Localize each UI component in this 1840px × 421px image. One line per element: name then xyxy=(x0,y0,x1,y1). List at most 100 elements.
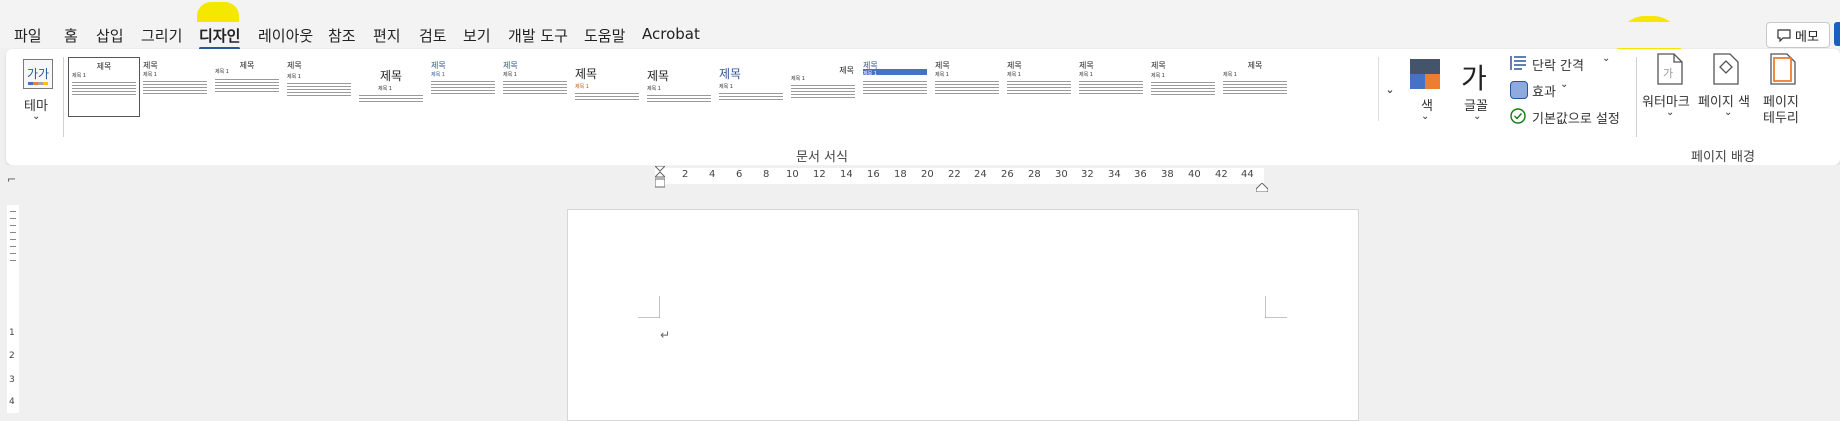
ruler-tick: 12 xyxy=(813,169,826,180)
style-thumbnail[interactable]: 제목 제목 1 xyxy=(932,57,1002,115)
margin-corner-top-right xyxy=(1265,296,1287,318)
watermark-button[interactable]: 가 워터마크 ⌄ xyxy=(1642,53,1698,137)
ruler-tick: 16 xyxy=(867,169,880,180)
separator xyxy=(63,57,64,137)
style-thumbnail[interactable]: 제목 제목 1 xyxy=(644,57,714,115)
style-thumbnail[interactable]: 제목 제목 1 xyxy=(788,57,858,115)
group-label-page-background: 페이지 배경 xyxy=(1691,150,1755,165)
tab-help[interactable]: 도움말 xyxy=(584,25,625,46)
ruler-tick: 36 xyxy=(1134,169,1147,180)
ruler-tick: 18 xyxy=(894,169,907,180)
style-thumbnail[interactable]: 제목 제목 1 xyxy=(1004,57,1074,115)
tab-file[interactable]: 파일 xyxy=(14,25,42,46)
separator xyxy=(1636,57,1637,137)
checkmark-circle-icon xyxy=(1510,108,1526,124)
tab-developer[interactable]: 개발 도구 xyxy=(508,25,568,46)
tab-mailings[interactable]: 편지 xyxy=(373,25,401,46)
chevron-down-icon: ⌄ xyxy=(1385,82,1395,96)
menu-bar: 파일 홈 삽입 그리기 디자인 레이아웃 참조 편지 검토 보기 개발 도구 도… xyxy=(0,22,1840,50)
effects-label: 효과 xyxy=(1532,85,1556,100)
ruler-tick: 20 xyxy=(921,169,934,180)
style-thumbnail[interactable]: 제목 제목 1 xyxy=(572,57,642,115)
vertical-ruler[interactable]: 1 2 3 4 xyxy=(7,205,19,413)
ruler-tick: 2 xyxy=(682,169,689,180)
tab-selector-icon[interactable]: ⌐ xyxy=(7,173,16,186)
chevron-down-icon: ⌄ xyxy=(1666,107,1675,118)
indent-marker-icon[interactable] xyxy=(653,165,667,188)
memo-label: 메모 xyxy=(1795,29,1819,45)
color-swatch-icon xyxy=(1410,59,1440,89)
tab-references[interactable]: 참조 xyxy=(328,25,356,46)
vruler-tick: 4 xyxy=(9,397,15,407)
chevron-down-icon: ⌄ xyxy=(1421,111,1430,122)
ruler-tick: 10 xyxy=(786,169,799,180)
effects-button[interactable]: 효과 ⌄ xyxy=(1508,79,1598,101)
tab-layout[interactable]: 레이아웃 xyxy=(258,25,313,46)
ruler-tick: 28 xyxy=(1028,169,1041,180)
tab-review[interactable]: 검토 xyxy=(419,25,447,46)
ruler-tick: 44 xyxy=(1241,169,1254,180)
vruler-tick: 1 xyxy=(9,328,15,338)
ruler-tick: 42 xyxy=(1215,169,1228,180)
page-color-button[interactable]: 페이지 색 ⌄ xyxy=(1698,53,1760,137)
ruler-tick: 32 xyxy=(1081,169,1094,180)
style-thumbnail[interactable]: 제목 제목 1 xyxy=(284,57,354,115)
ruler-tick: 26 xyxy=(1001,169,1014,180)
ruler-tick: 34 xyxy=(1108,169,1121,180)
vruler-tick: 2 xyxy=(9,351,15,361)
tab-home[interactable]: 홈 xyxy=(64,25,78,46)
colors-button[interactable]: 색 ⌄ xyxy=(1408,57,1444,137)
tab-design[interactable]: 디자인 xyxy=(199,25,241,50)
chevron-down-icon: ⌄ xyxy=(1473,111,1482,122)
ruler-tick: 8 xyxy=(763,169,770,180)
ruler-tick: 38 xyxy=(1161,169,1174,180)
ruler-tick: 24 xyxy=(974,169,987,180)
style-thumbnail[interactable]: 제목 제목 1 xyxy=(140,57,210,115)
set-default-label: 기본값으로 설정 xyxy=(1532,112,1620,127)
memo-button[interactable]: 메모 xyxy=(1766,22,1830,48)
set-default-button[interactable]: 기본값으로 설정 xyxy=(1508,105,1628,127)
ruler-tick: 4 xyxy=(709,169,716,180)
paragraph-mark: ↵ xyxy=(660,328,671,342)
style-gallery: 제목 제목 1 제목 제목 1 제목 제목 1 제목 제목 1 제목 제목 1 … xyxy=(68,57,1378,121)
right-indent-marker-icon[interactable] xyxy=(1255,177,1269,193)
page-borders-button[interactable]: 페이지 테두리 xyxy=(1760,53,1806,137)
gallery-more-button[interactable]: ⌄ xyxy=(1378,57,1401,121)
watermark-icon: 가 xyxy=(1657,53,1683,85)
theme-button[interactable]: 가가 테마 ⌄ xyxy=(18,59,58,139)
tab-view[interactable]: 보기 xyxy=(463,25,491,46)
page-borders-label-line2: 테두리 xyxy=(1763,111,1799,126)
tab-acrobat[interactable]: Acrobat xyxy=(642,25,700,43)
paragraph-spacing-button[interactable]: 단락 간격 ⌄ xyxy=(1508,53,1628,75)
theme-icon: 가가 xyxy=(23,59,53,89)
ruler-tick: 14 xyxy=(840,169,853,180)
style-thumbnail[interactable]: 제목 제목 1 xyxy=(212,57,282,115)
chevron-down-icon: ⌄ xyxy=(1724,107,1733,118)
style-thumbnail[interactable]: 제목 제목 1 xyxy=(716,57,786,115)
horizontal-ruler[interactable]: 2 4 6 8 10 12 14 16 18 20 22 24 26 28 30… xyxy=(655,168,1264,184)
style-thumbnail[interactable]: 제목 제목 1 xyxy=(68,57,140,117)
margin-corner-top-left xyxy=(638,296,660,318)
style-thumbnail[interactable]: 제목 제목 1 xyxy=(1148,57,1218,115)
ruler-tick: 22 xyxy=(948,169,961,180)
style-thumbnail[interactable]: 제목 제목 1 xyxy=(1220,57,1290,115)
ruler-tick: 40 xyxy=(1188,169,1201,180)
style-thumbnail[interactable]: 제목 제목 1 xyxy=(860,57,930,115)
style-thumbnail[interactable]: 제목 제목 1 xyxy=(356,57,426,115)
font-icon: 가 xyxy=(1461,62,1487,95)
share-button-edge[interactable] xyxy=(1834,22,1840,46)
document-page[interactable]: ↵ xyxy=(567,209,1359,421)
page-border-icon xyxy=(1770,53,1796,85)
paragraph-spacing-label: 단락 간격 xyxy=(1532,59,1584,74)
chevron-down-icon: ⌄ xyxy=(32,111,41,122)
style-thumbnail[interactable]: 제목 제목 1 xyxy=(1076,57,1146,115)
tab-draw[interactable]: 그리기 xyxy=(141,25,182,46)
style-thumbnail[interactable]: 제목 제목 1 xyxy=(500,57,570,115)
chevron-down-icon: ⌄ xyxy=(1602,53,1611,64)
group-label-document-format: 문서 서식 xyxy=(796,150,848,165)
fonts-button[interactable]: 가 글꼴 ⌄ xyxy=(1458,57,1498,137)
tab-insert[interactable]: 삽입 xyxy=(96,25,124,46)
theme-icon-text: 가가 xyxy=(26,67,50,81)
style-thumbnail[interactable]: 제목 제목 1 xyxy=(428,57,498,115)
paragraph-spacing-icon xyxy=(1510,56,1526,70)
